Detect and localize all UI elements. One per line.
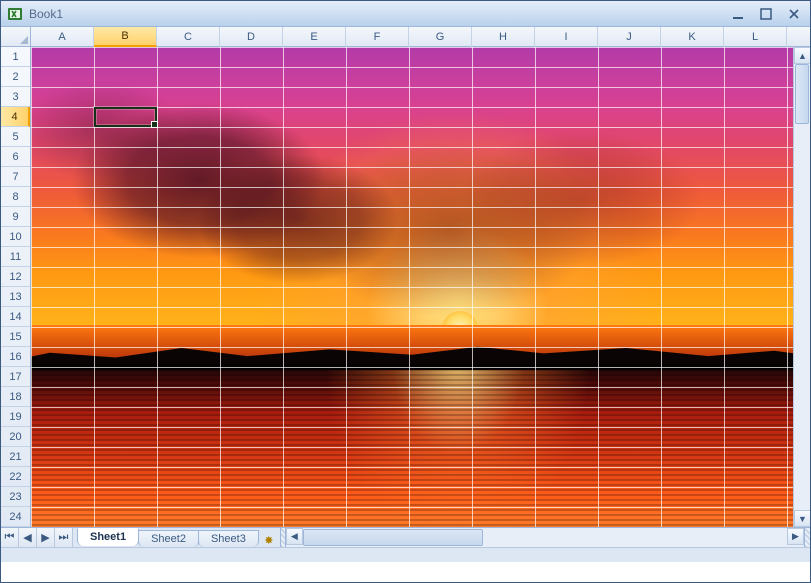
minimize-button[interactable] (728, 7, 748, 21)
scroll-right-button[interactable]: ▶ (787, 528, 804, 545)
row-header[interactable]: 8 (1, 187, 30, 207)
column-header[interactable]: L (724, 27, 787, 47)
sheet-tab[interactable]: Sheet2 (138, 530, 199, 547)
vertical-scrollbar[interactable]: ▲ ▼ (793, 47, 810, 527)
sheet-tab-bar: ⏮ ◀ ▶ ⏭ Sheet1 Sheet2 Sheet3 ✸ ◀ ▶ (1, 527, 810, 547)
hscroll-thumb[interactable] (303, 529, 483, 546)
tab-prev-button[interactable]: ◀ (19, 528, 37, 547)
sheet-tab[interactable]: Sheet1 (77, 528, 139, 546)
window-buttons (728, 7, 804, 21)
column-header[interactable]: C (157, 27, 220, 47)
row-header[interactable]: 4 (1, 107, 30, 127)
column-header[interactable]: I (535, 27, 598, 47)
row-header[interactable]: 13 (1, 287, 30, 307)
row-header[interactable]: 21 (1, 447, 30, 467)
status-bar (1, 547, 810, 562)
sheet-tabs: Sheet1 Sheet2 Sheet3 ✸ (73, 528, 280, 547)
column-header[interactable]: J (598, 27, 661, 47)
column-header[interactable]: B (94, 27, 157, 47)
hscroll-track[interactable] (303, 528, 787, 547)
row-header[interactable]: 3 (1, 87, 30, 107)
row-header[interactable]: 17 (1, 367, 30, 387)
row-header[interactable]: 16 (1, 347, 30, 367)
row-header[interactable]: 19 (1, 407, 30, 427)
column-header[interactable]: D (220, 27, 283, 47)
row-header[interactable]: 18 (1, 387, 30, 407)
row-header[interactable]: 15 (1, 327, 30, 347)
column-header[interactable]: A (31, 27, 94, 47)
row-header[interactable]: 10 (1, 227, 30, 247)
row-headers: 1 2 3 4 5 6 7 8 9 10 11 12 13 14 15 16 1… (1, 47, 31, 527)
titlebar: Book1 (1, 1, 810, 27)
close-button[interactable] (784, 7, 804, 21)
row-header[interactable]: 5 (1, 127, 30, 147)
row-header[interactable]: 1 (1, 47, 30, 67)
scroll-left-button[interactable]: ◀ (286, 528, 303, 545)
scroll-down-button[interactable]: ▼ (794, 510, 810, 527)
maximize-button[interactable] (756, 7, 776, 21)
column-header[interactable]: F (346, 27, 409, 47)
row-header[interactable]: 14 (1, 307, 30, 327)
row-header[interactable]: 9 (1, 207, 30, 227)
column-header[interactable]: H (472, 27, 535, 47)
row-header[interactable]: 23 (1, 487, 30, 507)
tab-first-button[interactable]: ⏮ (1, 528, 19, 547)
row-header[interactable]: 2 (1, 67, 30, 87)
row-header[interactable]: 24 (1, 507, 30, 527)
column-headers: A B C D E F G H I J K L (1, 27, 810, 47)
row-header[interactable]: 7 (1, 167, 30, 187)
pane-splitter[interactable] (804, 528, 810, 547)
cell-grid[interactable] (31, 47, 793, 527)
select-all-corner[interactable] (1, 27, 31, 47)
window-title: Book1 (29, 7, 728, 21)
horizontal-scrollbar[interactable]: ◀ ▶ (286, 528, 804, 547)
column-header[interactable]: E (283, 27, 346, 47)
row-header[interactable]: 20 (1, 427, 30, 447)
excel-icon (7, 6, 23, 22)
vscroll-thumb[interactable] (795, 64, 809, 124)
tab-next-button[interactable]: ▶ (37, 528, 55, 547)
grid-body: 1 2 3 4 5 6 7 8 9 10 11 12 13 14 15 16 1… (1, 47, 810, 527)
column-header[interactable]: K (661, 27, 724, 47)
tab-nav-buttons: ⏮ ◀ ▶ ⏭ (1, 528, 73, 547)
tab-last-button[interactable]: ⏭ (55, 528, 73, 547)
row-header[interactable]: 6 (1, 147, 30, 167)
sheet-tab[interactable]: Sheet3 (198, 530, 259, 547)
new-sheet-button[interactable]: ✸ (258, 534, 280, 547)
row-header[interactable]: 11 (1, 247, 30, 267)
scroll-up-button[interactable]: ▲ (794, 47, 810, 64)
row-header[interactable]: 12 (1, 267, 30, 287)
row-header[interactable]: 22 (1, 467, 30, 487)
active-cell[interactable] (94, 107, 157, 127)
column-header[interactable]: G (409, 27, 472, 47)
worksheet-area: A B C D E F G H I J K L 1 2 3 4 5 6 7 8 … (1, 27, 810, 547)
vscroll-track[interactable] (794, 64, 810, 510)
